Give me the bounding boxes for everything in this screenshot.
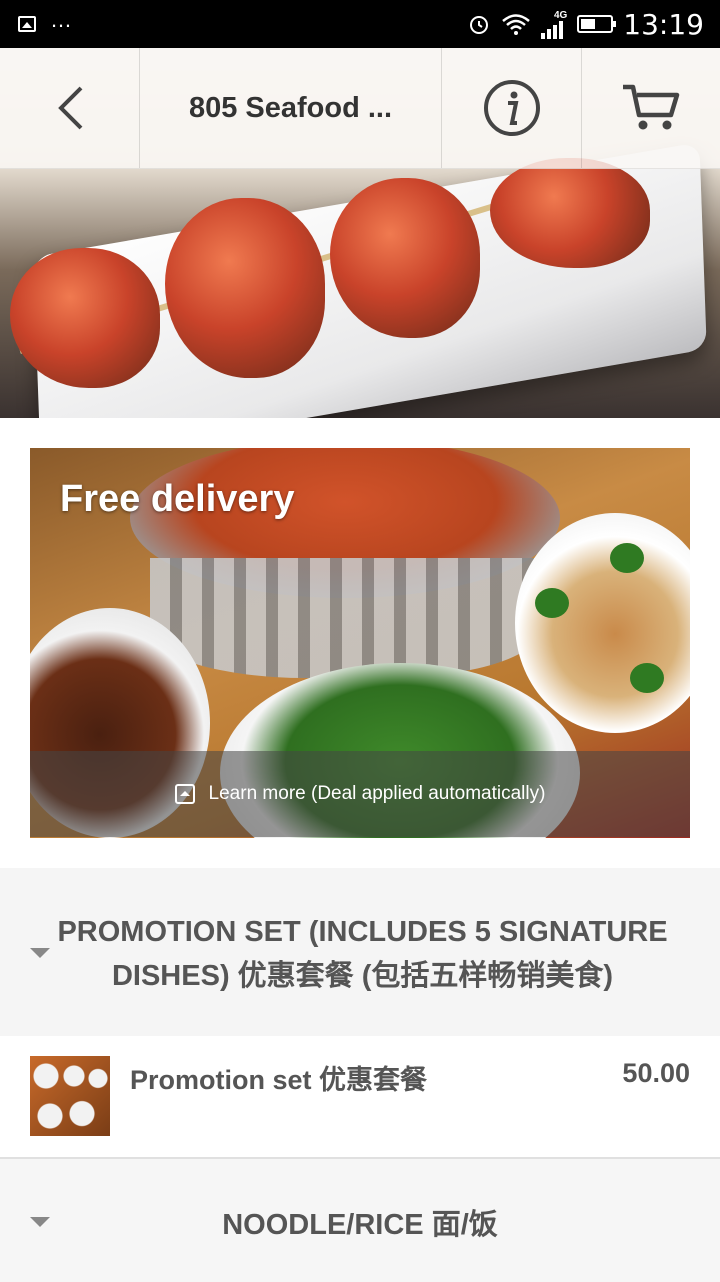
status-bar: … 4G 13:19	[0, 0, 720, 48]
menu-item-name: Promotion set 优惠套餐	[130, 1065, 428, 1095]
battery-icon	[577, 15, 617, 33]
wifi-icon	[502, 14, 531, 35]
cart-button[interactable]	[582, 48, 720, 168]
network-type: 4G	[553, 9, 568, 21]
category-header-promotion-set[interactable]: PROMOTION SET (INCLUDES 5 SIGNATURE DISH…	[0, 868, 720, 1036]
restaurant-title: 805 Seafood ...	[140, 48, 442, 168]
category-title: NOODLE/RICE 面/饭	[222, 1209, 498, 1241]
promo-title: Free delivery	[60, 478, 295, 520]
cart-icon	[623, 84, 680, 130]
learn-more-link[interactable]: Learn more (Deal applied automatically)	[30, 751, 690, 837]
gallery-icon	[18, 16, 36, 32]
back-arrow-icon	[57, 86, 82, 130]
alarm-icon	[470, 16, 489, 34]
info-button[interactable]	[442, 48, 582, 168]
info-icon	[483, 80, 540, 136]
signal-icon	[541, 20, 564, 39]
learn-more-text: Learn more (Deal applied automatically)	[208, 783, 546, 804]
category-header-noodle-rice[interactable]: NOODLE/RICE 面/饭	[0, 1157, 720, 1282]
category-title: PROMOTION SET (INCLUDES 5 SIGNATURE DISH…	[57, 916, 668, 992]
more-dots-icon: …	[50, 7, 73, 32]
back-button[interactable]	[0, 48, 140, 168]
top-nav-bar: 805 Seafood ...	[0, 48, 720, 169]
expand-up-icon	[174, 784, 195, 804]
free-delivery-banner[interactable]: Free delivery Learn more (Deal applied a…	[30, 448, 690, 838]
menu-item-price: 50.00	[622, 1058, 690, 1088]
clock: 13:19	[623, 7, 704, 41]
menu-item-thumbnail	[30, 1056, 110, 1136]
menu-item-promotion-set[interactable]: Promotion set 优惠套餐 50.00	[0, 1036, 720, 1156]
